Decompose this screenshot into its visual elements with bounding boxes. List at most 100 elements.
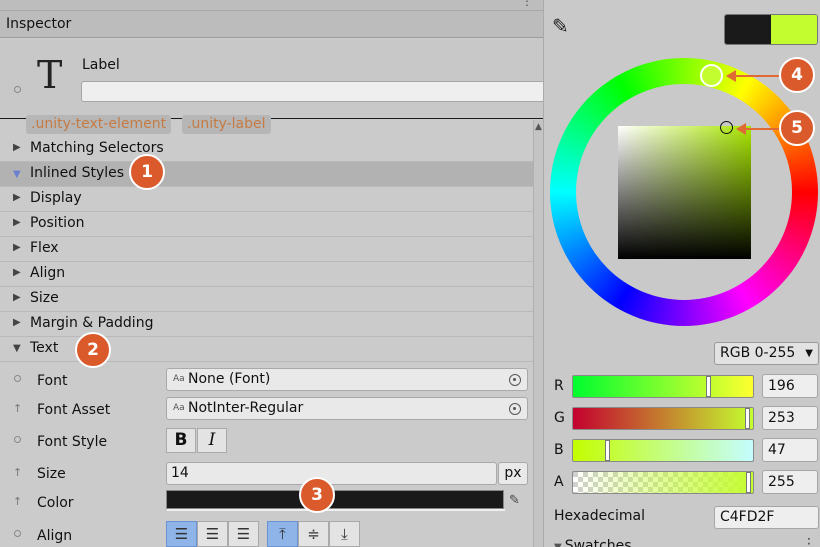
caret-down-icon: ▼	[13, 169, 21, 180]
foldout-inlined-styles[interactable]: ▼ Inlined Styles	[0, 162, 533, 187]
saturation-value-handle[interactable]	[720, 121, 733, 134]
color-mode-value: RGB 0-255	[720, 345, 796, 361]
app-window: ⋮ Inspector T Label .unity-text-element …	[0, 0, 820, 547]
font-asset-type-icon: Aa	[173, 403, 185, 413]
inspector-title: Inspector	[6, 16, 72, 32]
align-left-button[interactable]: ☰	[166, 521, 197, 547]
previous-color-swatch[interactable]	[725, 15, 771, 44]
align-center-button[interactable]: ☰	[197, 521, 228, 547]
align-middle-button[interactable]: ≑	[298, 521, 329, 547]
slider-knob[interactable]	[605, 440, 610, 461]
property-label: Align	[37, 528, 73, 544]
object-picker-icon[interactable]	[509, 374, 521, 386]
font-object-field[interactable]: Aa None (Font)	[166, 368, 528, 391]
foldout-position[interactable]: ▶ Position	[0, 212, 533, 237]
object-picker-icon[interactable]	[509, 403, 521, 415]
style-section-list: ▶ Matching Selectors ▼ Inlined Styles ▶ …	[0, 137, 533, 362]
eyedropper-icon[interactable]: ✎	[552, 14, 569, 38]
align-right-icon: ☰	[236, 525, 251, 543]
element-name-input[interactable]	[81, 81, 543, 102]
font-field-value: None (Font)	[188, 371, 271, 387]
more-options-icon[interactable]: ⋮	[521, 0, 533, 8]
alpha-value-input[interactable]: 255	[762, 470, 818, 494]
align-left-icon: ☰	[174, 525, 189, 543]
swatches-foldout[interactable]: ▼Swatches	[554, 538, 632, 547]
inherited-indicator-icon: ↑	[13, 466, 23, 479]
override-indicator-icon	[14, 436, 21, 443]
size-unit-dropdown[interactable]: px	[498, 462, 528, 485]
callout-arrow	[733, 75, 783, 77]
font-asset-field-value: NotInter-Regular	[188, 400, 304, 416]
property-label: Color	[37, 495, 74, 511]
foldout-align[interactable]: ▶ Align	[0, 262, 533, 287]
foldout-margin-padding[interactable]: ▶ Margin & Padding	[0, 312, 533, 337]
inherited-indicator-icon: ↑	[13, 402, 23, 415]
foldout-matching-selectors[interactable]: ▶ Matching Selectors	[0, 137, 533, 162]
foldout-display[interactable]: ▶ Display	[0, 187, 533, 212]
foldout-label: Display	[30, 190, 82, 206]
property-label: Font Style	[37, 434, 108, 450]
top-strip: ⋮	[0, 0, 543, 11]
saturation-value-square[interactable]	[618, 126, 751, 259]
element-header: T Label	[0, 39, 543, 119]
foldout-label: Inlined Styles	[30, 165, 125, 181]
alpha-slider[interactable]	[572, 471, 754, 494]
caret-down-icon: ▼	[554, 542, 562, 547]
callout-badge: 4	[779, 57, 815, 93]
font-style-property-row: Font Style	[0, 427, 533, 457]
color-preview	[724, 14, 818, 45]
foldout-size[interactable]: ▶ Size	[0, 287, 533, 312]
foldout-flex[interactable]: ▶ Flex	[0, 237, 533, 262]
class-tag[interactable]: .unity-label	[182, 115, 271, 134]
slider-knob[interactable]	[746, 472, 751, 493]
channel-label: R	[554, 378, 564, 394]
element-type-label: Label	[82, 57, 120, 73]
callout-badge: 5	[779, 110, 815, 146]
hue-handle[interactable]	[700, 64, 723, 87]
align-bottom-icon: ⤓	[341, 525, 348, 543]
green-value-input[interactable]: 253	[762, 406, 818, 430]
caret-right-icon: ▶	[13, 217, 21, 228]
callout-badge: 1	[129, 154, 165, 190]
blue-channel-row: B 47	[544, 438, 820, 468]
bold-toggle-button[interactable]: B	[166, 428, 196, 453]
foldout-label: Text	[30, 340, 59, 356]
foldout-label: Position	[30, 215, 85, 231]
blue-slider[interactable]	[572, 439, 754, 462]
red-slider[interactable]	[572, 375, 754, 398]
font-asset-object-field[interactable]: Aa NotInter-Regular	[166, 397, 528, 420]
align-bottom-button[interactable]: ⤓	[329, 521, 360, 547]
blue-value-input[interactable]: 47	[762, 438, 818, 462]
caret-right-icon: ▶	[13, 317, 21, 328]
align-top-button[interactable]: ⤒	[267, 521, 298, 547]
alpha-channel-row: A 255	[544, 470, 820, 500]
channel-label: B	[554, 442, 564, 458]
channel-label: G	[554, 410, 565, 426]
size-value: 14	[171, 465, 189, 481]
current-color-swatch	[771, 15, 817, 44]
color-field-swatch[interactable]	[166, 490, 505, 511]
align-right-button[interactable]: ☰	[228, 521, 259, 547]
vertical-scrollbar[interactable]: ▲	[533, 120, 543, 547]
swatches-menu-icon[interactable]: ⋮	[802, 536, 816, 547]
red-value-input[interactable]: 196	[762, 374, 818, 398]
eyedropper-icon[interactable]: ✎	[509, 493, 520, 508]
caret-right-icon: ▶	[13, 242, 21, 253]
foldout-label: Size	[30, 290, 59, 306]
class-tag[interactable]: .unity-text-element	[26, 115, 172, 134]
override-indicator-icon	[14, 86, 21, 93]
hexadecimal-input[interactable]: C4FD2F	[714, 506, 819, 529]
class-tag-list: .unity-text-element .unity-label	[0, 115, 533, 137]
slider-knob[interactable]	[706, 376, 711, 397]
caret-right-icon: ▶	[13, 142, 21, 153]
size-unit: px	[504, 465, 522, 481]
green-slider[interactable]	[572, 407, 754, 430]
italic-toggle-button[interactable]: I	[197, 428, 227, 453]
scroll-up-arrow-icon[interactable]: ▲	[535, 122, 542, 132]
size-input[interactable]: 14	[166, 462, 497, 485]
inherited-indicator-icon: ↑	[13, 495, 23, 508]
slider-knob[interactable]	[745, 408, 750, 429]
color-mode-dropdown[interactable]: RGB 0-255 ▼	[714, 342, 819, 365]
caret-right-icon: ▶	[13, 267, 21, 278]
align-top-icon: ⤒	[279, 525, 286, 543]
